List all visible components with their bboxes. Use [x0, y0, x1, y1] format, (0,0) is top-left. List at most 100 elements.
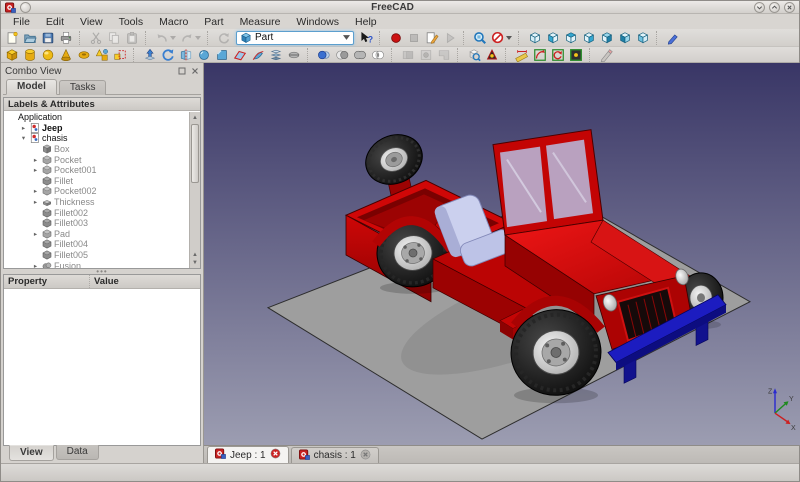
tree-item-box[interactable]: Box [4, 144, 189, 155]
close-button[interactable] [784, 2, 795, 13]
menu-help[interactable]: Help [347, 15, 385, 29]
scrollbar-thumb[interactable] [191, 124, 199, 183]
property-list[interactable] [4, 289, 200, 445]
tab-view[interactable]: View [9, 445, 54, 461]
expand-arrow-icon[interactable]: ▸ [31, 166, 40, 174]
expand-arrow-icon[interactable]: ▸ [31, 156, 40, 164]
tree-item-thickness[interactable]: ▸Thickness [4, 197, 189, 208]
redo-button[interactable] [178, 30, 203, 46]
tree-item-fillet[interactable]: Fillet [4, 176, 189, 187]
view-rear-button[interactable] [598, 30, 616, 46]
jeep-windshield[interactable] [493, 130, 603, 235]
menu-view[interactable]: View [72, 15, 111, 29]
tree-item-fillet005[interactable]: Fillet005 [4, 250, 189, 261]
tab-model[interactable]: Model [6, 79, 57, 95]
mdi-tab-chasis-1[interactable]: chasis : 1 [291, 447, 379, 463]
part-embed-button[interactable] [417, 48, 435, 62]
part-mirror-button[interactable] [177, 48, 195, 62]
property-column-header[interactable]: Property [4, 275, 90, 288]
new-file-button[interactable] [3, 30, 21, 46]
view-top-button[interactable] [562, 30, 580, 46]
undo-button[interactable] [153, 30, 178, 46]
tree-item-fusion[interactable]: ▸Fusion [4, 260, 189, 268]
menu-windows[interactable]: Windows [288, 15, 347, 29]
scroll-down-icon[interactable]: ▼ [190, 258, 200, 267]
check-geometry-button[interactable] [465, 48, 483, 62]
part-cut-button[interactable] [333, 48, 351, 62]
fit-all-button[interactable] [471, 30, 489, 46]
close-panel-icon[interactable] [191, 67, 199, 75]
part-primitives-button[interactable] [93, 48, 111, 62]
view-bottom-button[interactable] [616, 30, 634, 46]
sketch-view-button[interactable] [664, 30, 682, 46]
tree-scrollbar[interactable]: ▲ ▲ ▼ [189, 112, 200, 268]
expand-arrow-icon[interactable]: ▸ [31, 230, 40, 238]
macro-play-button[interactable] [441, 30, 459, 46]
part-revolve-button[interactable] [159, 48, 177, 62]
close-tab-icon[interactable] [360, 449, 371, 463]
mdi-tab-jeep-1[interactable]: Jeep : 1 [207, 446, 289, 463]
tree-item-fillet004[interactable]: Fillet004 [4, 239, 189, 250]
tree-item-pocket001[interactable]: ▸Pocket001 [4, 165, 189, 176]
menu-edit[interactable]: Edit [38, 15, 72, 29]
measure-clear-button[interactable] [597, 48, 615, 62]
close-tab-icon[interactable] [270, 448, 281, 462]
part-cylinder-button[interactable] [21, 48, 39, 62]
cut-button[interactable] [87, 30, 105, 46]
paste-button[interactable] [123, 30, 141, 46]
tree-item-fillet002[interactable]: Fillet002 [4, 207, 189, 218]
tree-item-pocket[interactable]: ▸Pocket [4, 154, 189, 165]
tree-item-chasis[interactable]: ▾chasis [4, 133, 189, 144]
measure-refresh-button[interactable] [549, 48, 567, 62]
part-boolean-button[interactable] [315, 48, 333, 62]
view-axonometric-button[interactable] [526, 30, 544, 46]
value-column-header[interactable]: Value [90, 275, 200, 288]
part-cutout-button[interactable] [435, 48, 453, 62]
float-panel-icon[interactable] [178, 67, 186, 75]
menu-part[interactable]: Part [196, 15, 231, 29]
part-torus-button[interactable] [75, 48, 93, 62]
macro-edit-button[interactable] [423, 30, 441, 46]
defeaturing-button[interactable] [483, 48, 501, 62]
tab-tasks[interactable]: Tasks [59, 80, 107, 95]
maximize-button[interactable] [769, 2, 780, 13]
window-menu-button[interactable] [20, 2, 31, 13]
tree-item-fillet003[interactable]: Fillet003 [4, 218, 189, 229]
refresh-button[interactable] [215, 30, 233, 46]
part-intersection-button[interactable] [369, 48, 387, 62]
expand-arrow-icon[interactable]: ▸ [31, 187, 40, 195]
view-front-button[interactable] [544, 30, 562, 46]
part-make-face-button[interactable] [231, 48, 249, 62]
part-box-button[interactable] [3, 48, 21, 62]
workbench-selector[interactable]: Part [236, 31, 354, 45]
draw-style-button[interactable] [489, 30, 514, 46]
save-button[interactable] [39, 30, 57, 46]
part-fillet-button[interactable] [195, 48, 213, 62]
macro-record-button[interactable] [387, 30, 405, 46]
expand-arrow-icon[interactable]: ▸ [31, 262, 40, 268]
expand-arrow-icon[interactable]: ▸ [31, 198, 40, 206]
part-loft-button[interactable] [267, 48, 285, 62]
part-cone-button[interactable] [57, 48, 75, 62]
menu-macro[interactable]: Macro [151, 15, 196, 29]
copy-button[interactable] [105, 30, 123, 46]
measure-linear-button[interactable] [513, 48, 531, 62]
tab-data[interactable]: Data [56, 445, 99, 460]
collapse-arrow-icon[interactable]: ▾ [19, 134, 28, 142]
part-connect-button[interactable] [399, 48, 417, 62]
macro-stop-button[interactable] [405, 30, 423, 46]
part-cross-sections-button[interactable] [285, 48, 303, 62]
part-extrude-button[interactable] [141, 48, 159, 62]
part-union-button[interactable] [351, 48, 369, 62]
print-button[interactable] [57, 30, 75, 46]
menu-tools[interactable]: Tools [111, 15, 152, 29]
expand-arrow-icon[interactable]: ▸ [19, 124, 28, 132]
tree-item-pad[interactable]: ▸Pad [4, 229, 189, 240]
part-shape-builder-button[interactable] [111, 48, 129, 62]
tree-item-application[interactable]: Application [4, 112, 189, 123]
open-file-button[interactable] [21, 30, 39, 46]
whats-this-button[interactable]: ? [357, 30, 375, 46]
scroll-up-icon[interactable]: ▲ [190, 113, 200, 122]
3d-viewport[interactable]: Z Y X [204, 63, 800, 445]
view-left-button[interactable] [634, 30, 652, 46]
